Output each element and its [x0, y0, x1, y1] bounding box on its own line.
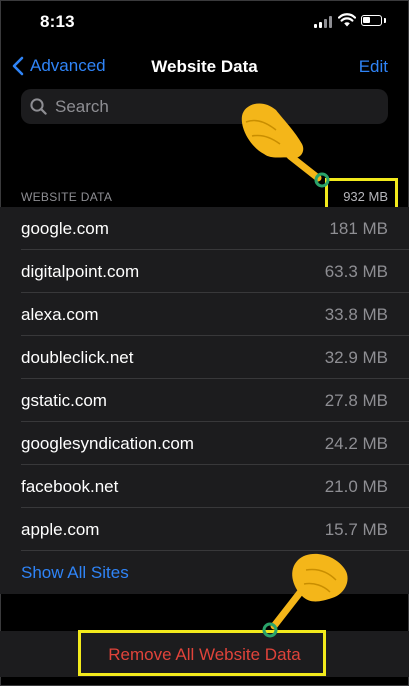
- site-name: gstatic.com: [21, 391, 107, 410]
- edit-button[interactable]: Edit: [359, 57, 388, 77]
- list-item[interactable]: facebook.net 21.0 MB: [0, 465, 409, 508]
- hand-pointer-icon: [241, 103, 330, 188]
- page-title: Website Data: [151, 57, 258, 76]
- status-time: 8:13: [40, 12, 75, 31]
- status-bar: 8:13: [0, 0, 409, 44]
- site-name: facebook.net: [21, 477, 119, 496]
- site-name: doubleclick.net: [21, 348, 134, 367]
- site-name: alexa.com: [21, 305, 99, 324]
- site-name: digitalpoint.com: [21, 262, 140, 281]
- site-size: 27.8 MB: [324, 391, 388, 410]
- list-item[interactable]: gstatic.com 27.8 MB: [0, 379, 409, 422]
- section-title: WEBSITE DATA: [21, 190, 113, 204]
- site-size: 32.9 MB: [324, 348, 388, 367]
- navigation-bar: Advanced Website Data Edit: [0, 44, 409, 88]
- site-name: google.com: [21, 219, 109, 238]
- list-item[interactable]: apple.com 15.7 MB: [0, 508, 409, 551]
- site-size: 24.2 MB: [324, 434, 388, 453]
- list-item[interactable]: alexa.com 33.8 MB: [0, 293, 409, 336]
- battery-icon: [361, 15, 382, 26]
- site-name: apple.com: [21, 520, 100, 539]
- hand-pointer-icon: [262, 553, 348, 638]
- search-field[interactable]: [21, 89, 388, 124]
- website-list: google.com 181 MB digitalpoint.com 63.3 …: [0, 207, 409, 594]
- list-item[interactable]: googlesyndication.com 24.2 MB: [0, 422, 409, 465]
- list-item[interactable]: google.com 181 MB: [0, 207, 409, 250]
- site-size: 33.8 MB: [324, 305, 388, 324]
- battery-cap: [384, 18, 386, 23]
- site-size: 63.3 MB: [324, 262, 388, 281]
- list-item[interactable]: doubleclick.net 32.9 MB: [0, 336, 409, 379]
- show-all-sites-label: Show All Sites: [21, 563, 129, 582]
- site-size: 15.7 MB: [324, 520, 388, 539]
- site-name: googlesyndication.com: [21, 434, 194, 453]
- site-size: 21.0 MB: [324, 477, 388, 496]
- list-item[interactable]: digitalpoint.com 63.3 MB: [0, 250, 409, 293]
- magnifier-icon: [30, 98, 47, 115]
- wifi-icon: [338, 13, 356, 27]
- cellular-signal-icon: [314, 15, 334, 28]
- site-size: 181 MB: [329, 219, 388, 238]
